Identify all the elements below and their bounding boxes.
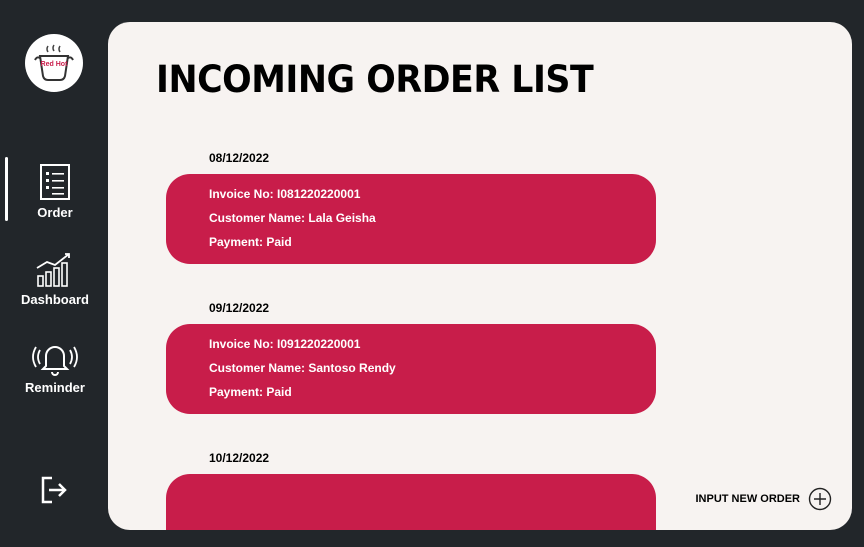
- bar-chart-icon: [36, 253, 70, 287]
- order-card[interactable]: Invoice No: I081220220001 Customer Name:…: [166, 174, 656, 264]
- logo-icon: Red Hot: [34, 44, 74, 81]
- sidebar-item-label: Order: [37, 205, 73, 220]
- order-date: 08/12/2022: [209, 151, 270, 165]
- order-date: 10/12/2022: [209, 451, 270, 465]
- page-title: INCOMING ORDER LIST: [156, 58, 594, 101]
- customer-name: Customer Name: Santoso Rendy: [209, 361, 396, 375]
- input-new-order-button[interactable]: INPUT NEW ORDER: [696, 487, 833, 511]
- logo[interactable]: Red Hot: [25, 34, 83, 92]
- active-nav-indicator: [5, 157, 8, 221]
- logout-icon: [41, 476, 67, 504]
- order-card[interactable]: [166, 474, 656, 530]
- sidebar-item-label: Reminder: [25, 380, 85, 395]
- sidebar-item-reminder[interactable]: Reminder: [12, 338, 98, 395]
- sidebar: Red Hot Order Dashboard Reminder: [0, 0, 108, 547]
- sidebar-item-dashboard[interactable]: Dashboard: [12, 252, 98, 307]
- order-list-icon: [40, 164, 70, 200]
- main-panel: INCOMING ORDER LIST 08/12/2022 Invoice N…: [108, 22, 852, 530]
- bell-ringing-icon: [32, 346, 78, 376]
- payment-status: Payment: Paid: [209, 235, 292, 249]
- logout-button[interactable]: [38, 474, 70, 506]
- customer-name: Customer Name: Lala Geisha: [209, 211, 376, 225]
- input-new-order-label: INPUT NEW ORDER: [695, 493, 801, 505]
- order-date: 09/12/2022: [209, 301, 270, 315]
- order-card[interactable]: Invoice No: I091220220001 Customer Name:…: [166, 324, 656, 414]
- invoice-number: Invoice No: I081220220001: [209, 187, 361, 201]
- plus-circle-icon: [808, 487, 832, 511]
- payment-status: Payment: Paid: [209, 385, 292, 399]
- sidebar-item-order[interactable]: Order: [12, 163, 98, 220]
- invoice-number: Invoice No: I091220220001: [209, 337, 361, 351]
- svg-text:Red Hot: Red Hot: [41, 61, 69, 68]
- sidebar-item-label: Dashboard: [21, 292, 89, 307]
